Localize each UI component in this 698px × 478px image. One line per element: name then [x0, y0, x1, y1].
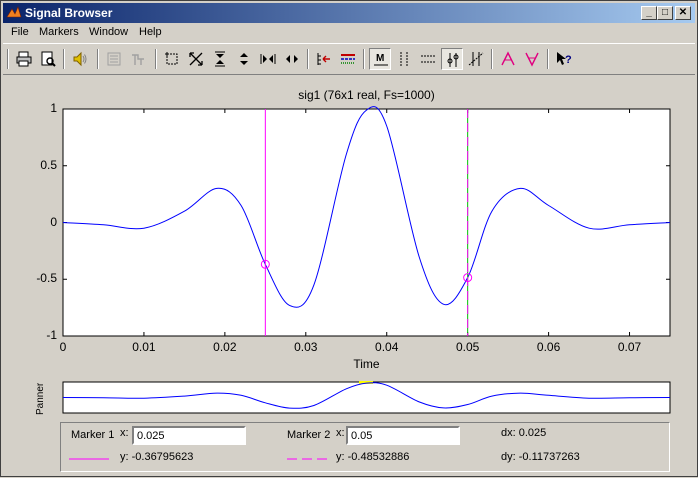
x-tick-label: 0.06	[536, 340, 561, 354]
plot-area	[62, 108, 671, 337]
x-tick-label: 0.04	[375, 340, 399, 354]
x-axis-label: Time	[353, 357, 380, 371]
signal-browser-window: Signal Browser _ □ ✕ File Markers Window…	[0, 0, 698, 477]
marker-1-y-readout: y: -0.36795623	[120, 451, 194, 463]
y-tick-label: 0	[50, 214, 57, 229]
x-tick-label: 0.03	[294, 340, 318, 354]
dy-readout: dy: -0.11737263	[501, 451, 580, 463]
marker-1-x-input[interactable]	[132, 426, 246, 445]
marker-2-line-sample	[287, 458, 329, 460]
marker-1-line-sample	[69, 458, 109, 460]
main-plot[interactable]	[1, 1, 698, 478]
y-tick-label: 1	[50, 101, 57, 115]
y-tick-label: -1	[46, 328, 57, 342]
panner-label: Panner	[35, 382, 46, 415]
marker-1-label: Marker 1	[71, 429, 115, 441]
marker-2-label: Marker 2	[287, 429, 331, 441]
x-tick-label: 0.02	[213, 340, 237, 354]
marker-readout-panel: Marker 1 x: y: -0.36795623 Marker 2 x: y…	[60, 422, 670, 472]
y-tick-label: 0.5	[40, 157, 57, 172]
marker-2-x-input[interactable]	[346, 426, 460, 445]
marker-1-x-label: x:	[120, 427, 129, 439]
marker-2-x-label: x:	[336, 427, 345, 439]
dx-readout: dx: 0.025	[501, 427, 547, 439]
x-tick-label: 0.01	[132, 340, 156, 354]
marker-2-y-readout: y: -0.48532886	[336, 451, 410, 463]
x-tick-label: 0.05	[455, 340, 480, 354]
x-tick-label: 0.07	[617, 340, 642, 354]
x-tick-label: 0	[59, 340, 67, 354]
y-tick-label: -0.5	[36, 271, 57, 286]
